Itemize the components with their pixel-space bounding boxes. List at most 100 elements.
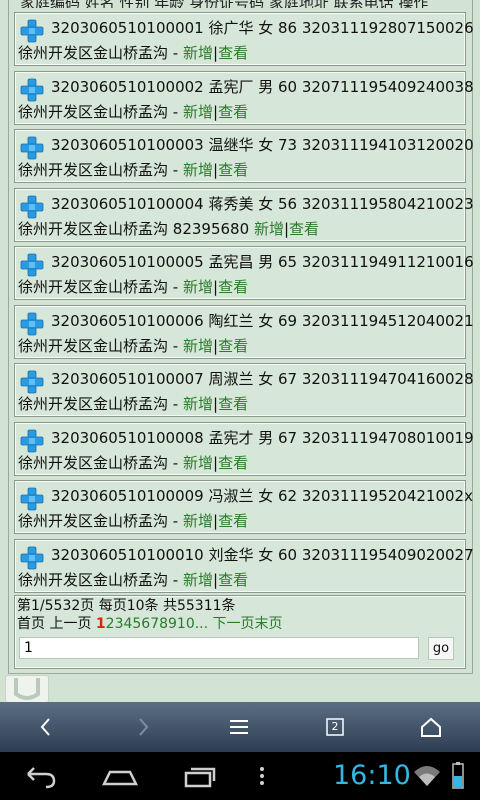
menu-button[interactable] [223,712,255,742]
add-link[interactable]: 新增 [254,220,284,238]
home-button[interactable] [415,712,447,742]
expand-plus-icon[interactable] [20,546,44,570]
record-info: 3203060510100006 陶红兰 女 69 32031119451204… [51,312,474,330]
record-address-line: 徐州开发区金山桥孟沟 - 新增|查看 [18,102,248,122]
back-button[interactable] [30,712,62,742]
view-link[interactable]: 查看 [218,161,248,179]
pagination-info: 第1/5532页 每页10条 共55311条 [17,598,236,614]
record-address: 徐州开发区金山桥孟沟 [18,103,169,121]
record-address: 徐州开发区金山桥孟沟 [18,161,169,179]
last-page-link[interactable]: 末页 [255,616,283,632]
current-page: 1 [95,616,106,632]
expand-plus-icon[interactable] [20,312,44,336]
record-address-line: 徐州开发区金山桥孟沟 - 新增|查看 [18,511,248,531]
next-page-link[interactable]: 下一页 [213,616,255,632]
record-row: 3203060510100006 陶红兰 女 69 32031119451204… [14,305,474,359]
add-link[interactable]: 新增 [183,571,213,589]
view-link[interactable]: 查看 [218,571,248,589]
system-back-button[interactable] [20,760,60,792]
record-address: 徐州开发区金山桥孟沟 [18,337,169,355]
expand-plus-icon[interactable] [20,429,44,453]
view-link[interactable]: 查看 [218,512,248,530]
record-address: 徐州开发区金山桥孟沟 [18,220,169,238]
view-link[interactable]: 查看 [289,220,319,238]
text-selection-handle[interactable] [5,675,49,703]
record-row: 3203060510100001 徐广华 女 86 32031119280715… [14,12,474,66]
record-phone: - [172,395,179,413]
record-address: 徐州开发区金山桥孟沟 [18,44,169,62]
add-link[interactable]: 新增 [183,454,213,472]
expand-plus-icon[interactable] [20,370,44,394]
browser-toolbar: 2 [0,702,480,752]
chevron-left-icon [40,718,50,736]
expand-plus-icon[interactable] [20,195,44,219]
record-address: 徐州开发区金山桥孟沟 [18,512,169,530]
forward-button[interactable] [127,712,159,742]
expand-plus-icon[interactable] [20,253,44,277]
first-page-link[interactable]: 首页 [17,616,45,632]
add-link[interactable]: 新增 [183,161,213,179]
system-recents-button[interactable] [180,760,220,792]
system-bar: 16:10 [0,752,480,800]
record-address: 徐州开发区金山桥孟沟 [18,571,169,589]
menu-icon [230,720,248,734]
expand-plus-icon[interactable] [20,487,44,511]
wifi-icon [412,760,442,792]
home-icon [421,717,441,737]
record-phone: - [172,454,179,472]
add-link[interactable]: 新增 [183,395,213,413]
system-home-button[interactable] [100,760,140,792]
back-arrow-icon [27,767,56,789]
record-address-line: 徐州开发区金山桥孟沟 - 新增|查看 [18,336,248,356]
add-link[interactable]: 新增 [183,103,213,121]
view-link[interactable]: 查看 [218,337,248,355]
add-link[interactable]: 新增 [183,44,213,62]
expand-plus-icon[interactable] [20,136,44,160]
record-row: 3203060510100007 周淑兰 女 67 32031119470416… [14,363,474,417]
pagination: 第1/5532页 每页10条 共55311条 首页 上一页 1234567891… [14,595,466,669]
view-link[interactable]: 查看 [218,44,248,62]
prev-page-link[interactable]: 上一页 [49,616,91,632]
view-link[interactable]: 查看 [218,278,248,296]
add-link[interactable]: 新增 [183,337,213,355]
tabs-button[interactable]: 2 [319,712,351,742]
record-phone: - [172,571,179,589]
handle-icon [14,678,40,700]
system-menu-button[interactable] [242,760,282,792]
go-button[interactable]: go [428,637,454,660]
add-link[interactable]: 新增 [183,278,213,296]
web-page: 家庭编码 姓名 性别 年龄 身份证号码 家庭地址 联系电话 操作 3203060… [0,0,480,703]
record-info: 3203060510100004 蒋秀美 女 56 32031119580421… [51,195,474,213]
page-number-input[interactable] [19,637,419,659]
record-info: 3203060510100008 孟宪才 男 67 32031119470801… [51,429,474,447]
expand-plus-icon[interactable] [20,19,44,43]
home-outline-icon [101,770,139,786]
record-row: 3203060510100010 刘金华 女 60 32031119540902… [14,539,474,593]
record-phone: - [172,337,179,355]
record-address-line: 徐州开发区金山桥孟沟 - 新增|查看 [18,453,248,473]
table-header: 家庭编码 姓名 性别 年龄 身份证号码 家庭地址 联系电话 操作 [14,0,470,8]
record-row: 3203060510100008 孟宪才 男 67 32031119470801… [14,422,474,476]
chevron-right-icon [139,718,149,736]
record-phone: - [172,512,179,530]
record-info: 3203060510100009 冯淑兰 女 62 32031119520421… [51,487,473,505]
record-info: 3203060510100010 刘金华 女 60 32031119540902… [51,546,474,564]
record-phone: - [172,44,179,62]
more-vert-icon [260,767,264,785]
record-row: 3203060510100009 冯淑兰 女 62 32031119520421… [14,480,473,534]
record-phone: - [172,278,179,296]
record-address-line: 徐州开发区金山桥孟沟 - 新增|查看 [18,277,248,297]
view-link[interactable]: 查看 [218,103,248,121]
record-address-line: 徐州开发区金山桥孟沟 - 新增|查看 [18,570,248,590]
view-link[interactable]: 查看 [218,454,248,472]
view-link[interactable]: 查看 [218,395,248,413]
expand-plus-icon[interactable] [20,78,44,102]
record-row: 3203060510100005 孟宪昌 男 65 32031119491121… [14,246,474,300]
record-address: 徐州开发区金山桥孟沟 [18,278,169,296]
record-phone: 82395680 [172,220,250,238]
add-link[interactable]: 新增 [183,512,213,530]
record-row: 3203060510100002 孟宪厂 男 60 32071119540924… [14,71,474,125]
page-number-links[interactable]: 2345678910... [106,616,208,632]
record-row: 3203060510100004 蒋秀美 女 56 32031119580421… [14,188,474,242]
record-address-line: 徐州开发区金山桥孟沟 - 新增|查看 [18,43,248,63]
